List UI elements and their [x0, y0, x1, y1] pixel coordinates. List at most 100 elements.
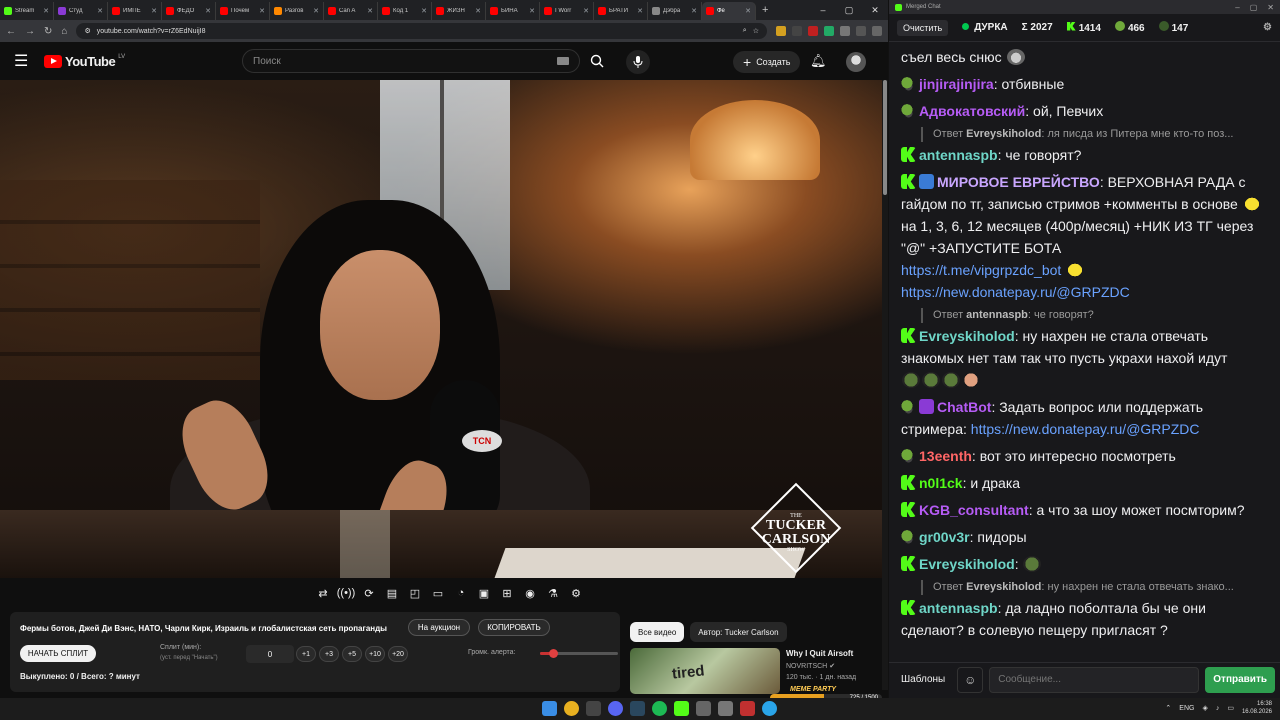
reload-icon[interactable]: ↻ — [44, 26, 52, 37]
picture-in-picture-icon[interactable]: ◰ — [406, 584, 424, 602]
browser-tab[interactable]: Can A ✕ — [324, 2, 378, 20]
split-chip[interactable]: +5 — [342, 646, 362, 662]
extension-icon[interactable] — [808, 26, 818, 36]
bookmark-star-icon[interactable]: ☆ — [753, 27, 759, 35]
subtitles-icon[interactable]: ▭ — [429, 584, 447, 602]
split-chip[interactable]: +10 — [365, 646, 385, 662]
youtube-logo[interactable]: YouTube LV — [44, 54, 125, 69]
browser-tab[interactable]: Почем ✕ — [216, 2, 270, 20]
extension-icon[interactable] — [792, 26, 802, 36]
clear-button[interactable]: Очистить — [897, 19, 949, 36]
spotify-icon[interactable] — [652, 701, 667, 716]
volume-icon[interactable]: ♪ — [1216, 705, 1220, 712]
new-tab-button[interactable]: + — [762, 4, 768, 16]
close-tab-icon[interactable]: ✕ — [43, 7, 49, 15]
split-chip[interactable]: +1 — [296, 646, 316, 662]
reply-quote[interactable]: Ответ antennaspb: че говорят? — [921, 308, 1269, 323]
close-tab-icon[interactable]: ✕ — [421, 7, 427, 15]
browser-tab[interactable]: I Worr ✕ — [540, 2, 594, 20]
chat-username[interactable]: Evreyskiholod — [919, 328, 1015, 344]
close-tab-icon[interactable]: ✕ — [691, 7, 697, 15]
scrollbar-thumb[interactable] — [883, 80, 887, 195]
recommended-channel[interactable]: NOVRITSCH ✔ — [786, 662, 835, 670]
browser-tab[interactable]: Разгов ✕ — [270, 2, 324, 20]
chip-author[interactable]: Автор: Tucker Carlson — [690, 622, 787, 642]
chat-username[interactable]: antennaspb — [919, 600, 998, 616]
browser-tab[interactable]: ИМПЕ ✕ — [108, 2, 162, 20]
chat-username[interactable]: МИРОВОЕ ЕВРЕЙСТВО — [937, 174, 1100, 190]
split-minutes-input[interactable]: 0 — [246, 645, 294, 663]
close-tab-icon[interactable]: ✕ — [259, 7, 265, 15]
video-player[interactable]: TCN THE TUCKER CARLSON SHOW — [0, 80, 884, 578]
chat-username[interactable]: ChatBot — [937, 399, 991, 415]
chat-username[interactable]: 13eenth — [919, 448, 972, 464]
chat-message-input[interactable] — [989, 666, 1200, 693]
search-button[interactable] — [580, 49, 614, 73]
loop-icon[interactable]: ⇄ — [314, 584, 332, 602]
copy-button[interactable]: КОПИРОВАТЬ — [478, 619, 550, 636]
chat-username[interactable]: Адвокатовский — [919, 103, 1025, 119]
browser-menu-icon[interactable] — [872, 26, 882, 36]
close-tab-icon[interactable]: ✕ — [151, 7, 157, 15]
start-icon[interactable] — [542, 701, 557, 716]
maximize-icon[interactable]: ▢ — [836, 5, 862, 16]
minimize-icon[interactable]: – — [1235, 3, 1239, 12]
close-icon[interactable]: ✕ — [862, 5, 888, 16]
close-tab-icon[interactable]: ✕ — [475, 7, 481, 15]
browser-tab[interactable]: Фе ✕ — [702, 2, 756, 20]
reply-quote[interactable]: Ответ Evreyskiholod: ну нахрен не стала … — [921, 580, 1269, 595]
chat-username[interactable]: n0l1ck — [919, 475, 963, 491]
extension-icon[interactable] — [824, 26, 834, 36]
close-icon[interactable]: ✕ — [1267, 3, 1274, 12]
browser-tab[interactable]: БИНА ✕ — [486, 2, 540, 20]
browser-tab[interactable]: ФЕДО ✕ — [162, 2, 216, 20]
voice-search-button[interactable] — [626, 50, 650, 74]
search-input[interactable]: Поиск — [242, 49, 580, 73]
close-tab-icon[interactable]: ✕ — [205, 7, 211, 15]
auction-button[interactable]: На аукцион — [408, 619, 470, 636]
chat-settings-icon[interactable]: ⚙ — [1263, 22, 1272, 33]
app-icon[interactable] — [696, 701, 711, 716]
alert-volume-slider[interactable] — [540, 649, 618, 658]
settings-gear-icon[interactable]: ⚙ — [567, 584, 585, 602]
close-tab-icon[interactable]: ✕ — [637, 7, 643, 15]
templates-button[interactable]: Шаблоны — [895, 667, 951, 693]
hamburger-menu-icon[interactable]: ☰ — [14, 51, 44, 71]
url-field[interactable]: ⚙ youtube.com/watch?v=rZ6EdNuijI8 ⌕ ☆ — [76, 23, 767, 39]
chat-username[interactable]: antennaspb — [919, 147, 998, 163]
split-chip[interactable]: +20 — [388, 646, 408, 662]
chip-all-videos[interactable]: Все видео — [630, 622, 685, 642]
emoji-picker-icon[interactable]: ☺ — [957, 666, 984, 693]
chat-link[interactable]: https://new.donatepay.ru/@GRPZDC — [901, 284, 1130, 300]
keyboard-icon[interactable] — [557, 57, 569, 65]
battery-icon[interactable]: ▭ — [1227, 704, 1234, 712]
chat-username[interactable]: KGB_consultant — [919, 502, 1029, 518]
telegram-icon[interactable] — [762, 701, 777, 716]
chat-link[interactable]: https://t.me/vipgrpzdc_bot — [901, 262, 1061, 278]
flask-icon[interactable]: ⚗ — [544, 584, 562, 602]
clapper-icon[interactable]: ▤ — [383, 584, 401, 602]
create-button[interactable]: + Создать — [733, 51, 801, 73]
app-icon[interactable] — [718, 701, 733, 716]
sync-icon[interactable]: ⟳ — [360, 584, 378, 602]
close-tab-icon[interactable]: ✕ — [529, 7, 535, 15]
video-thumbnail[interactable]: tired — [630, 648, 780, 694]
chat-message-list[interactable]: съел весь снюс jinjirajinjira: отбивные А… — [889, 42, 1280, 660]
clock[interactable]: 16:38 16.08.2026 — [1242, 700, 1272, 716]
tray-expand-icon[interactable]: ⌃ — [1165, 704, 1171, 712]
screenshot-icon[interactable]: ◉ — [521, 584, 539, 602]
app-icon[interactable] — [740, 701, 755, 716]
speed-icon[interactable]: ◔ — [452, 584, 470, 602]
download-icon[interactable] — [840, 26, 850, 36]
chat-link[interactable]: https://new.donatepay.ru/@GRPZDC — [971, 421, 1200, 437]
kick-app-icon[interactable] — [674, 701, 689, 716]
chat-username[interactable]: gr00v3r — [919, 529, 970, 545]
forward-icon[interactable]: → — [25, 26, 35, 37]
site-info-icon[interactable]: ⚙ — [84, 27, 90, 35]
aspect-ratio-icon[interactable]: ▣ — [475, 584, 493, 602]
steam-icon[interactable] — [630, 701, 645, 716]
reply-quote[interactable]: Ответ Evreyskiholod: ля писда из Питера … — [921, 127, 1269, 142]
network-icon[interactable]: ◈ — [1202, 704, 1207, 712]
discord-icon[interactable] — [608, 701, 623, 716]
browser-icon[interactable] — [564, 701, 579, 716]
